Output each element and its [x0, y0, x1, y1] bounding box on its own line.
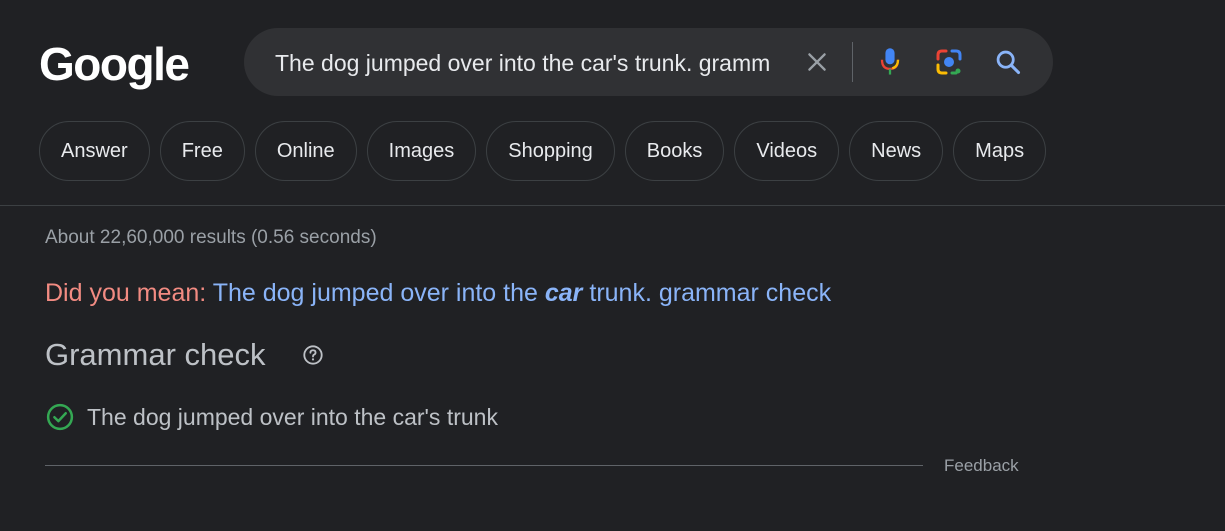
- filter-chips: Answer Free Online Images Shopping Books…: [39, 121, 1047, 181]
- chip-videos[interactable]: Videos: [734, 121, 840, 181]
- search-box[interactable]: The dog jumped over into the car's trunk…: [244, 28, 1053, 96]
- did-you-mean-label: Did you mean:: [45, 279, 207, 307]
- search-icon[interactable]: [991, 45, 1025, 79]
- chip-online[interactable]: Online: [254, 121, 357, 181]
- did-you-mean-link-emphasis[interactable]: car: [545, 279, 583, 307]
- did-you-mean-link-before[interactable]: The dog jumped over into the: [213, 279, 538, 307]
- check-circle-icon: [46, 403, 74, 431]
- feedback-divider: [45, 465, 923, 466]
- mic-icon[interactable]: [873, 45, 907, 79]
- did-you-mean-link-after[interactable]: trunk. grammar check: [589, 279, 831, 307]
- did-you-mean: Did you mean: The dog jumped over into t…: [45, 278, 831, 308]
- grammar-check-result-text: The dog jumped over into the car's trunk: [87, 403, 498, 430]
- chip-images[interactable]: Images: [366, 121, 477, 181]
- help-icon[interactable]: [302, 344, 324, 366]
- chip-shopping[interactable]: Shopping: [486, 121, 615, 181]
- header: Google The dog jumped over into the car'…: [0, 0, 1225, 206]
- chip-answer[interactable]: Answer: [39, 121, 150, 181]
- grammar-check-result: The dog jumped over into the car's trunk: [45, 402, 498, 432]
- chip-maps[interactable]: Maps: [953, 121, 1047, 181]
- feedback-link[interactable]: Feedback: [944, 456, 1019, 476]
- chip-free[interactable]: Free: [159, 121, 245, 181]
- grammar-check-title: Grammar check: [45, 337, 266, 372]
- clear-icon[interactable]: [800, 45, 834, 79]
- chip-books[interactable]: Books: [624, 121, 725, 181]
- search-divider: [852, 42, 853, 82]
- result-stats: About 22,60,000 results (0.56 seconds): [45, 227, 377, 248]
- lens-icon[interactable]: [932, 45, 966, 79]
- did-you-mean-link[interactable]: The dog jumped over into the car trunk. …: [213, 279, 831, 307]
- chip-news[interactable]: News: [849, 121, 944, 181]
- google-logo[interactable]: Google: [39, 36, 190, 92]
- search-input[interactable]: The dog jumped over into the car's trunk…: [275, 49, 782, 77]
